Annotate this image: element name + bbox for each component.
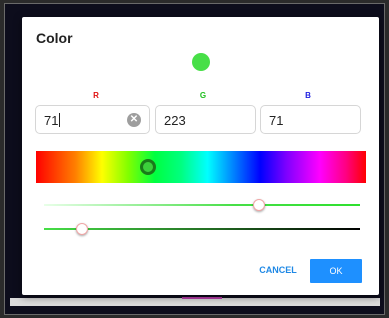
background-panel [10,298,380,306]
dialog-title: Color [36,30,73,46]
red-channel-label: R [93,91,99,100]
clear-circle-icon[interactable]: ✕ [127,113,141,127]
red-input-value: 71 [44,113,59,128]
blue-input-value: 71 [269,113,284,128]
blue-input[interactable]: 71 [260,105,361,134]
ok-button[interactable]: OK [310,259,362,283]
saturation-slider-thumb[interactable] [252,199,265,211]
hue-slider[interactable] [36,151,366,183]
text-caret [59,113,61,127]
brightness-slider-track[interactable] [44,228,360,230]
brightness-slider-thumb[interactable] [75,223,88,235]
green-input-value: 223 [164,113,186,128]
green-channel-label: G [199,91,207,100]
cancel-button[interactable]: CANCEL [258,261,298,279]
background-accent [182,297,222,299]
color-preview-swatch [192,53,210,71]
blue-channel-label: B [305,91,311,100]
green-input[interactable]: 223 [155,105,256,134]
saturation-slider-track[interactable] [44,204,360,206]
color-picker-dialog: Color R G B 71 ✕ 223 71 CANCEL OK [22,17,379,295]
